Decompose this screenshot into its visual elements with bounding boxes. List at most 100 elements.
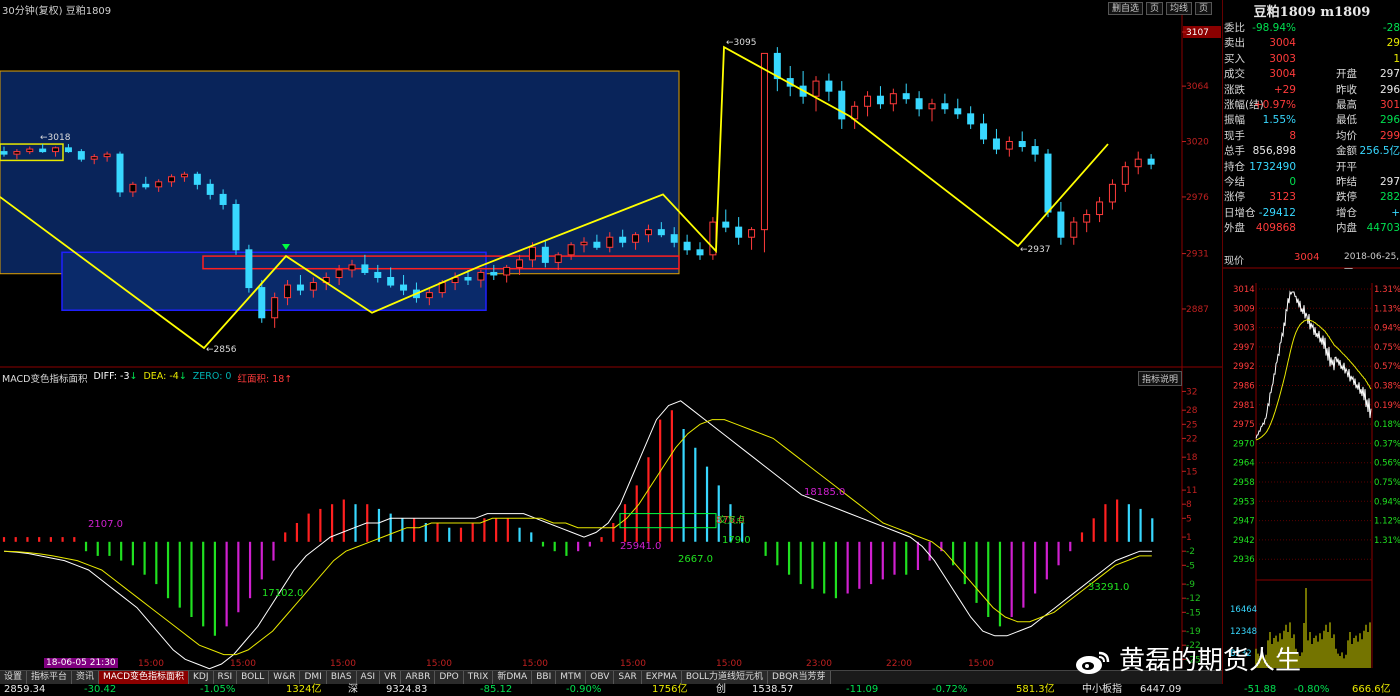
candle-body	[1147, 158, 1155, 165]
weibo-icon	[1075, 649, 1111, 675]
candle-body	[644, 229, 652, 236]
price-annotation: ←3095	[726, 38, 756, 48]
quote-row: 总手 856,898 金额 256.5亿	[1224, 144, 1400, 159]
tab-item[interactable]: DMI	[300, 671, 327, 684]
toolbar-button-page[interactable]: 页	[1145, 2, 1163, 15]
indicator-axis-tick: -19	[1186, 627, 1201, 637]
indicator-axis-tick: 18	[1186, 453, 1198, 463]
candle-body	[64, 147, 72, 153]
candle-body	[490, 271, 498, 276]
tab-item[interactable]: 资讯	[72, 671, 100, 684]
candle-body	[683, 241, 691, 251]
quote-val2: -28	[1382, 22, 1400, 34]
status-value: 1538.57	[752, 684, 794, 695]
quote-row: 今结 0 昨结 297	[1224, 175, 1400, 190]
status-value: 6447.09	[1140, 684, 1182, 695]
tab-item[interactable]: ARBR	[401, 671, 436, 684]
candle-body	[464, 276, 472, 281]
status-value: -0.90%	[566, 684, 602, 695]
quote-lab2: 开盘	[1336, 68, 1357, 81]
candle-body	[13, 151, 21, 155]
candle-body	[992, 138, 1000, 150]
indicator-header: MACD变色指标面积 DIFF: -3↓ DEA: -4↓ ZERO: 0 红面…	[2, 371, 292, 385]
tab-item[interactable]: KDJ	[189, 671, 214, 684]
quote-row: 涨跌 +29 昨收 296	[1224, 83, 1400, 98]
macd-area-label: 25941.0	[620, 541, 661, 552]
cross-point-label: 交叉点	[718, 514, 745, 526]
candle-body	[1031, 146, 1039, 155]
candle-body	[954, 108, 962, 115]
top-toolbar: 删自选 页 均线 页	[1107, 2, 1212, 15]
quote-row: 成交 3004 开盘 297	[1224, 67, 1400, 82]
toolbar-button-remove-favorite[interactable]: 删自选	[1107, 2, 1143, 15]
candle-body	[851, 105, 859, 120]
big-box	[0, 70, 680, 275]
quote-val: 8	[1289, 129, 1296, 142]
indicator-name[interactable]: MACD变色指标面积	[2, 371, 87, 385]
quote-val: +29	[1273, 83, 1296, 96]
candle-body	[1070, 221, 1078, 238]
tab-item[interactable]: OBV	[586, 671, 615, 684]
quote-val: 1.55%	[1262, 114, 1296, 127]
candle-body	[503, 266, 511, 276]
diff-label: DIFF: -3↓	[93, 371, 138, 382]
tab-item[interactable]: BIAS	[326, 671, 357, 684]
main-axis-tick: 2887	[1186, 305, 1209, 315]
candle-body	[180, 173, 188, 178]
time-axis-label: 15:00	[230, 659, 256, 669]
time-axis-label: 22:00	[886, 659, 912, 669]
tab-item[interactable]: SAR	[614, 671, 642, 684]
main-axis-tick: 2931	[1186, 250, 1209, 260]
indicator-help-button[interactable]: 指标说明	[1138, 371, 1183, 386]
tab-item[interactable]: BBI	[532, 671, 557, 684]
status-value: 2859.34	[4, 684, 46, 695]
candle-body	[632, 234, 640, 243]
tab-item[interactable]: 设置	[0, 671, 28, 684]
tab-item[interactable]: W&R	[269, 671, 301, 684]
quote-lab: 委比	[1224, 22, 1245, 34]
candle-body	[825, 80, 833, 92]
toolbar-button-ma[interactable]: 均线	[1165, 2, 1192, 15]
candle-body	[26, 148, 34, 153]
quote-lab: 卖出	[1224, 37, 1245, 50]
indicator-axis-tick: 22	[1186, 434, 1197, 444]
quote-val2: 1	[1393, 52, 1400, 65]
status-value: -0.80%	[1294, 684, 1330, 695]
tab-item[interactable]: MACD变色指标面积	[99, 671, 190, 684]
quote-lab2: 昨收	[1336, 83, 1357, 96]
candle-body	[142, 183, 150, 188]
candle-body	[967, 113, 975, 125]
tab-item[interactable]: 新DMA	[493, 671, 533, 684]
macd-area-label: 17102.0	[262, 588, 303, 599]
candle-body	[838, 90, 846, 120]
tab-item[interactable]: VR	[380, 671, 402, 684]
status-value: -1.05%	[200, 684, 236, 695]
quote-lab: 涨停	[1224, 191, 1245, 204]
main-axis-tick: 3107	[1186, 28, 1209, 38]
tab-item[interactable]: EXPMA	[641, 671, 682, 684]
time-axis-label: 15:00	[330, 659, 356, 669]
status-value: 1324亿	[286, 684, 322, 695]
tab-item[interactable]: TRIX	[463, 671, 494, 684]
candle-body	[219, 193, 227, 205]
candle-body	[864, 95, 872, 107]
tab-item[interactable]: RSI	[213, 671, 238, 684]
candle-body	[928, 103, 936, 110]
status-value: -85.12	[480, 684, 513, 695]
indicator-axis-tick: 28	[1186, 406, 1198, 416]
status-value: 中小板指	[1082, 684, 1122, 695]
tab-item[interactable]: 指标平台	[27, 671, 73, 684]
candle-body	[528, 246, 536, 261]
quote-val2: 299	[1379, 129, 1400, 142]
toolbar-button-page2[interactable]: 页	[1194, 2, 1212, 15]
candle-body	[361, 264, 369, 273]
tab-item[interactable]: DPO	[435, 671, 464, 684]
tab-item[interactable]: ASI	[356, 671, 381, 684]
tab-item[interactable]: MTM	[556, 671, 587, 684]
quote-lab2: 最高	[1336, 99, 1357, 111]
tab-item[interactable]: BOLL力道线短元机	[681, 671, 769, 684]
tab-item[interactable]: DBQR当芳芽	[768, 671, 831, 684]
tab-item[interactable]: BOLL	[237, 671, 270, 684]
candle-body	[232, 203, 240, 251]
indicator-axis-tick: -2	[1186, 547, 1195, 557]
